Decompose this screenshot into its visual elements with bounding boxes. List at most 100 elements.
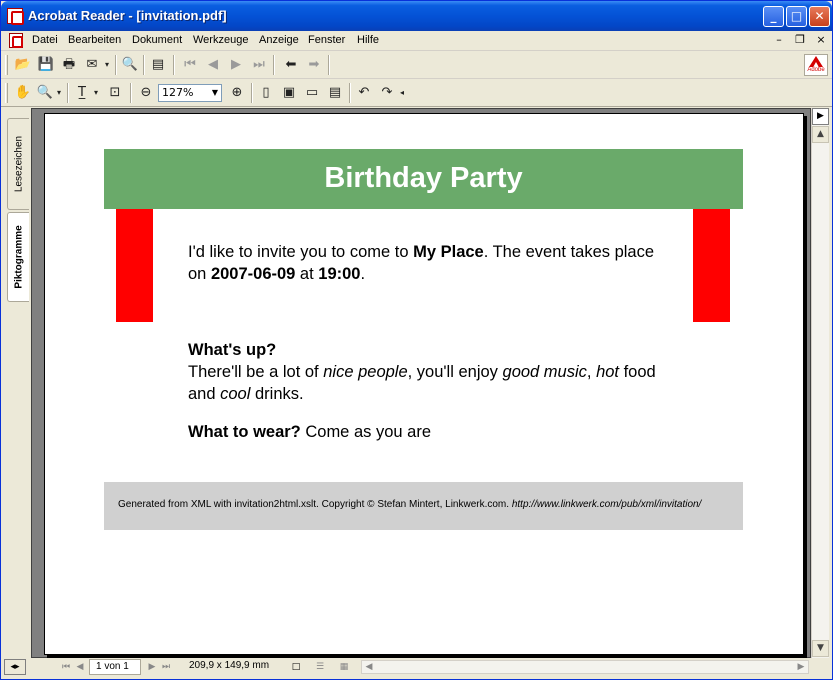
text-select-tool-icon[interactable]: T̲ <box>72 83 92 103</box>
page-options-arrow-icon[interactable]: ▶ <box>812 108 829 125</box>
menu-bearbeiten[interactable]: Bearbeiten <box>68 34 121 46</box>
go-back-icon[interactable]: ⬅ <box>281 55 301 75</box>
menu-werkzeuge[interactable]: Werkzeuge <box>193 34 248 46</box>
adobe-logo[interactable]: Adobe <box>804 54 828 76</box>
whats-up-text: There'll be a lot of <box>188 363 324 381</box>
event-time: 19:00 <box>318 265 361 283</box>
tab-thumbnails[interactable]: Piktogramme <box>7 212 29 302</box>
scroll-right-icon[interactable]: ▶ <box>794 660 808 674</box>
open-icon[interactable]: 📂 <box>13 55 33 75</box>
maximize-button[interactable]: □ <box>786 6 807 27</box>
acrobat-window: Acrobat Reader - [invitation.pdf] _ □ ✕ … <box>0 0 833 680</box>
search-icon[interactable]: 🔍 <box>120 55 140 75</box>
first-page-icon[interactable]: ⏮ <box>180 55 200 75</box>
fit-page-icon[interactable]: ▣ <box>279 83 299 103</box>
scroll-up-icon[interactable]: ▲ <box>812 126 829 143</box>
status-first-page-icon[interactable]: ⏮ <box>59 660 73 674</box>
menu-hilfe[interactable]: Hilfe <box>357 34 379 46</box>
title-banner: Birthday Party <box>104 149 743 209</box>
document-restore-button[interactable]: ❐ <box>792 33 808 47</box>
email-dropdown-icon[interactable]: ▾ <box>102 55 112 75</box>
page-number-field[interactable]: 1 von 1 <box>89 659 141 675</box>
scroll-left-icon[interactable]: ◀ <box>362 660 376 674</box>
toolbar-separator <box>115 55 117 75</box>
go-forward-icon[interactable]: ➡ <box>304 55 324 75</box>
horizontal-scrollbar[interactable]: ◀ ▶ <box>361 660 809 674</box>
whats-up-text: drinks. <box>250 385 304 403</box>
single-page-layout-icon[interactable]: □ <box>289 660 303 674</box>
zoom-level-value: 127% <box>162 86 194 99</box>
snapshot-tool-icon[interactable]: ⊡ <box>105 83 125 103</box>
fit-visible-icon[interactable]: ▤ <box>325 83 345 103</box>
toolbar-separator <box>67 83 69 103</box>
rotate-right-icon[interactable]: ↷ <box>377 83 397 103</box>
toolbar-separator <box>273 55 275 75</box>
navigation-tabs: Lesezeichen Piktogramme <box>1 108 31 658</box>
facing-layout-icon[interactable]: ▦ <box>337 660 351 674</box>
select-tool-dropdown-icon[interactable]: ▾ <box>91 83 101 103</box>
document-system-icon[interactable] <box>9 33 23 48</box>
footer-url: http://www.linkwerk.com/pub/xml/invitati… <box>511 499 702 510</box>
previous-page-icon[interactable]: ◀ <box>203 55 223 75</box>
next-page-icon[interactable]: ▶ <box>226 55 246 75</box>
print-icon[interactable]: 🖶 <box>59 55 79 75</box>
toolbar-grip[interactable] <box>5 83 8 103</box>
minimize-button[interactable]: _ <box>763 6 784 27</box>
hand-tool-icon[interactable]: ✋ <box>13 83 33 103</box>
rotate-left-icon[interactable]: ↶ <box>354 83 374 103</box>
last-page-icon[interactable]: ⏭ <box>249 55 269 75</box>
status-corner: ◂▸ <box>1 658 31 676</box>
window-title: Acrobat Reader - [invitation.pdf] <box>28 8 227 23</box>
email-icon[interactable]: ✉ <box>82 55 102 75</box>
intro-text: I'd like to invite you to come to <box>188 243 414 261</box>
fit-width-icon[interactable]: ▭ <box>302 83 322 103</box>
pane-split-icon[interactable]: ◂▸ <box>4 659 26 675</box>
zoom-dropdown-icon[interactable]: ▼ <box>209 85 221 101</box>
zoom-level-field[interactable]: 127% ▼ <box>158 84 222 102</box>
document-close-button[interactable]: × <box>813 33 829 47</box>
menu-datei[interactable]: Datei <box>32 34 58 46</box>
tab-bookmarks-label: Lesezeichen <box>13 135 24 193</box>
whats-up-section: What's up? There'll be a lot of nice peo… <box>188 339 668 405</box>
whats-up-text: , <box>586 363 597 381</box>
document-minimize-button[interactable]: – <box>771 33 787 47</box>
menu-anzeige[interactable]: Anzeige <box>259 34 299 46</box>
scroll-down-icon[interactable]: ▼ <box>812 640 829 657</box>
intro-text: . <box>360 265 366 283</box>
vertical-scrollbar[interactable]: ▶ ▲ ▼ <box>811 108 829 658</box>
right-red-pillar <box>693 209 730 322</box>
status-prev-page-icon[interactable]: ◀ <box>73 660 87 674</box>
toolbar-grip[interactable] <box>5 55 8 75</box>
event-date: 2007-06-09 <box>210 265 296 283</box>
status-next-page-icon[interactable]: ▶ <box>145 660 159 674</box>
acrobat-app-icon[interactable] <box>7 8 24 25</box>
toolbar-separator <box>251 83 253 103</box>
menu-bar: Datei Bearbeiten Dokument Werkzeuge Anze… <box>1 31 832 51</box>
menu-dokument[interactable]: Dokument <box>132 34 182 46</box>
zoom-in-icon[interactable]: ⊕ <box>227 83 247 103</box>
copyright-text: Generated from XML with invitation2html.… <box>118 499 512 510</box>
save-icon[interactable]: 💾 <box>36 55 56 75</box>
navigation-pane-icon[interactable]: ▤ <box>148 55 168 75</box>
title-bar[interactable]: Acrobat Reader - [invitation.pdf] _ □ ✕ <box>1 1 832 31</box>
view-toolbar: ✋ 🔍 ▾ T̲ ▾ ⊡ ⊖ 127% ▼ ⊕ ▯ ▣ ▭ ▤ ↶ ↷ ◂ <box>1 79 832 107</box>
document-pane[interactable]: Birthday Party I'd like to invite you to… <box>31 108 811 658</box>
continuous-layout-icon[interactable]: ☰ <box>313 660 327 674</box>
zoom-in-tool-icon[interactable]: 🔍 <box>35 83 55 103</box>
close-button[interactable]: ✕ <box>809 6 830 27</box>
what-to-wear-section: What to wear? Come as you are <box>188 421 668 443</box>
zoom-out-icon[interactable]: ⊖ <box>136 83 156 103</box>
page-title: Birthday Party <box>324 162 523 194</box>
menu-fenster[interactable]: Fenster <box>308 34 345 46</box>
what-to-wear-heading: What to wear? <box>188 423 301 441</box>
toolbar-separator <box>143 55 145 75</box>
emphasis-cool: cool <box>220 385 251 403</box>
actual-size-icon[interactable]: ▯ <box>256 83 276 103</box>
status-last-page-icon[interactable]: ⏭ <box>159 660 173 674</box>
tab-bookmarks[interactable]: Lesezeichen <box>7 118 29 210</box>
adobe-logo-mark <box>809 56 823 67</box>
whats-up-heading: What's up? <box>188 341 277 359</box>
zoom-tool-dropdown-icon[interactable]: ▾ <box>54 83 64 103</box>
pdf-page[interactable]: Birthday Party I'd like to invite you to… <box>44 113 804 655</box>
toolbar-overflow-icon[interactable]: ◂ <box>398 83 406 103</box>
